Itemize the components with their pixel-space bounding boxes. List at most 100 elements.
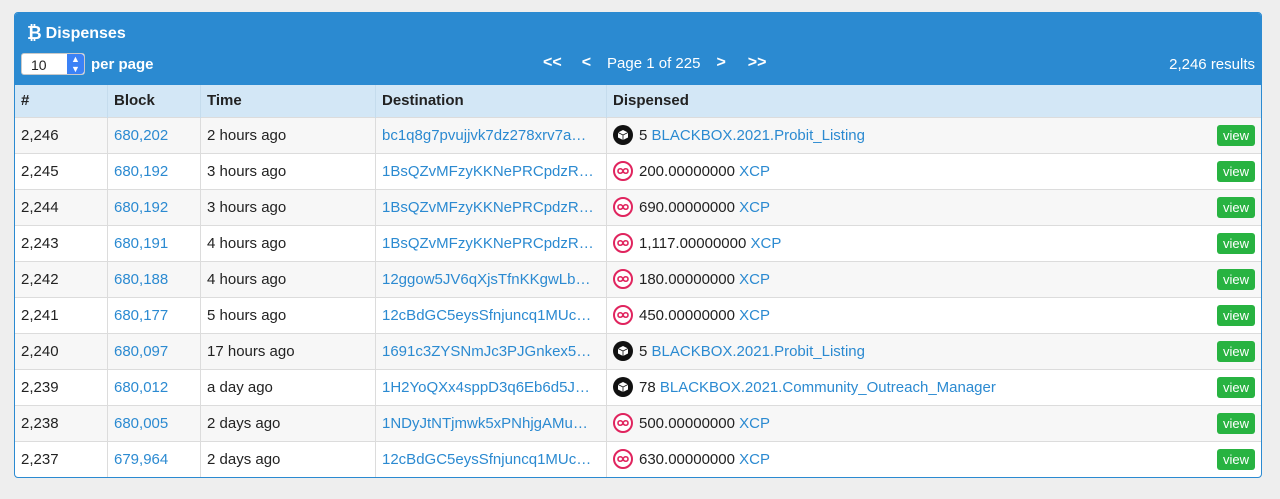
dispensed-cell: 78 BLACKBOX.2021.Community_Outreach_Mana… (613, 377, 996, 397)
dispensed-quantity: 500.00000000 (639, 414, 735, 432)
destination-link[interactable]: 1BsQZvMFzyKKNePRCpdzR… (382, 235, 594, 252)
table-row: 2,244 680,192 3 hours ago 1BsQZvMFzyKKNePRC… (15, 189, 1261, 225)
row-number: 2,239 (21, 378, 59, 396)
destination-link[interactable]: 12cBdGC5eysSfnjuncq1MUc… (382, 307, 591, 324)
next-page-button[interactable]: > (716, 54, 725, 72)
blackbox-icon (613, 377, 633, 397)
asset-link[interactable]: XCP (739, 163, 770, 180)
view-button[interactable]: view (1216, 196, 1255, 218)
block-link[interactable]: 680,097 (114, 343, 168, 360)
xcp-icon (613, 161, 633, 181)
first-page-button[interactable]: << (543, 54, 562, 72)
dispensed-quantity: 5 (639, 342, 648, 360)
col-destination: Destination (375, 85, 607, 117)
view-button[interactable]: view (1216, 304, 1255, 326)
block-link[interactable]: 680,012 (114, 379, 168, 396)
row-time: 3 hours ago (200, 153, 376, 189)
view-button[interactable]: view (1216, 124, 1255, 146)
view-button[interactable]: view (1216, 448, 1255, 470)
dispensed-quantity: 200.00000000 (639, 162, 735, 180)
dispensed-cell: 200.00000000 XCP (613, 161, 770, 181)
dispensed-cell: 1,117.00000000 XCP (613, 233, 781, 253)
row-number: 2,240 (21, 342, 59, 360)
dispensed-cell: 500.00000000 XCP (613, 413, 770, 433)
dispensed-quantity: 690.00000000 (639, 198, 735, 216)
block-link[interactable]: 680,191 (114, 235, 168, 252)
dispensed-cell: 630.00000000 XCP (613, 449, 770, 470)
row-time: 4 hours ago (200, 261, 376, 297)
view-button[interactable]: view (1216, 376, 1255, 398)
destination-link[interactable]: 1H2YoQXx4sppD3q6Eb6d5J… (382, 379, 590, 396)
blackbox-icon (613, 125, 633, 145)
asset-link[interactable]: XCP (739, 307, 770, 324)
xcp-icon (613, 197, 633, 217)
destination-link[interactable]: 12cBdGC5eysSfnjuncq1MUc… (382, 451, 591, 468)
blackbox-icon (613, 341, 633, 361)
asset-link[interactable]: BLACKBOX.2021.Probit_Listing (652, 343, 865, 360)
destination-link[interactable]: 12ggow5JV6qXjsTfnKKgwLb… (382, 271, 590, 288)
destination-link[interactable]: 1BsQZvMFzyKKNePRCpdzR… (382, 199, 594, 216)
row-time: 3 hours ago (200, 189, 376, 225)
block-link[interactable]: 680,188 (114, 271, 168, 288)
block-link[interactable]: 680,005 (114, 415, 168, 432)
row-time: 4 hours ago (200, 225, 376, 261)
view-button[interactable]: view (1216, 232, 1255, 254)
dispensed-cell: 5 BLACKBOX.2021.Probit_Listing (613, 125, 865, 145)
view-button[interactable]: view (1216, 268, 1255, 290)
last-page-button[interactable]: >> (748, 54, 767, 72)
dispensed-cell: 180.00000000 XCP (613, 269, 770, 289)
panel-title-text: Dispenses (45, 24, 126, 42)
table-row: 2,242 680,188 4 hours ago 12ggow5JV6qXjsTfn… (15, 261, 1261, 297)
destination-link[interactable]: 1NDyJtNTjmwk5xPNhjgAMu… (382, 415, 588, 432)
bitcoin-icon: ₿ (27, 23, 42, 43)
dispensed-cell: 5 BLACKBOX.2021.Probit_Listing (613, 341, 865, 361)
prev-page-button[interactable]: < (582, 54, 591, 72)
dispensed-quantity: 450.00000000 (639, 306, 735, 324)
block-link[interactable]: 679,964 (114, 451, 168, 468)
block-link[interactable]: 680,192 (114, 163, 168, 180)
row-number: 2,238 (21, 414, 59, 432)
view-button[interactable]: view (1216, 340, 1255, 362)
dispensed-cell: 690.00000000 XCP (613, 197, 770, 217)
destination-link[interactable]: bc1q8g7pvujjvk7dz278xrv7a… (382, 127, 586, 144)
destination-link[interactable]: 1691c3ZYSNmJc3PJGnkex5… (382, 343, 591, 360)
view-button[interactable]: view (1216, 412, 1255, 434)
row-number: 2,244 (21, 198, 59, 216)
asset-link[interactable]: XCP (739, 199, 770, 216)
col-dispensed: Dispensed (606, 85, 1261, 117)
dispensed-quantity: 180.00000000 (639, 270, 735, 288)
per-page-select[interactable]: 10 ▲ ▼ (21, 53, 85, 75)
block-link[interactable]: 680,177 (114, 307, 168, 324)
xcp-icon (613, 449, 633, 470)
destination-link[interactable]: 1BsQZvMFzyKKNePRCpdzR… (382, 163, 594, 180)
panel-header: ₿ Dispenses 10 ▲ ▼ per page << < Page 1 o… (15, 13, 1261, 85)
dispensed-quantity: 1,117.00000000 (639, 234, 747, 252)
per-page-label: per page (91, 55, 154, 73)
row-time: 2 days ago (200, 441, 376, 477)
block-link[interactable]: 680,202 (114, 127, 168, 144)
asset-link[interactable]: BLACKBOX.2021.Probit_Listing (652, 127, 865, 144)
asset-link[interactable]: XCP (739, 415, 770, 432)
col-block: Block (107, 85, 201, 117)
row-number: 2,243 (21, 234, 59, 252)
asset-link[interactable]: BLACKBOX.2021.Community_Outreach_Manager (660, 379, 996, 396)
row-number: 2,241 (21, 306, 59, 324)
xcp-icon (613, 413, 633, 433)
table-row: 2,237 679,964 2 days ago 12cBdGC5eysSfnjunc… (15, 441, 1261, 477)
row-time: 17 hours ago (200, 333, 376, 369)
view-button[interactable]: view (1216, 160, 1255, 182)
xcp-icon (613, 269, 633, 289)
asset-link[interactable]: XCP (739, 271, 770, 288)
xcp-icon (613, 233, 633, 253)
page-indicator: Page 1 of 225 (607, 54, 701, 72)
row-number: 2,245 (21, 162, 59, 180)
row-number: 2,242 (21, 270, 59, 288)
select-arrows-icon: ▲ ▼ (67, 54, 84, 74)
row-time: 5 hours ago (200, 297, 376, 333)
results-count: 2,246 results (1169, 56, 1255, 73)
block-link[interactable]: 680,192 (114, 199, 168, 216)
asset-link[interactable]: XCP (751, 235, 782, 252)
asset-link[interactable]: XCP (739, 451, 770, 468)
table-row: 2,246 680,202 2 hours ago bc1q8g7pvujjvk7dz… (15, 117, 1261, 153)
row-time: a day ago (200, 369, 376, 405)
